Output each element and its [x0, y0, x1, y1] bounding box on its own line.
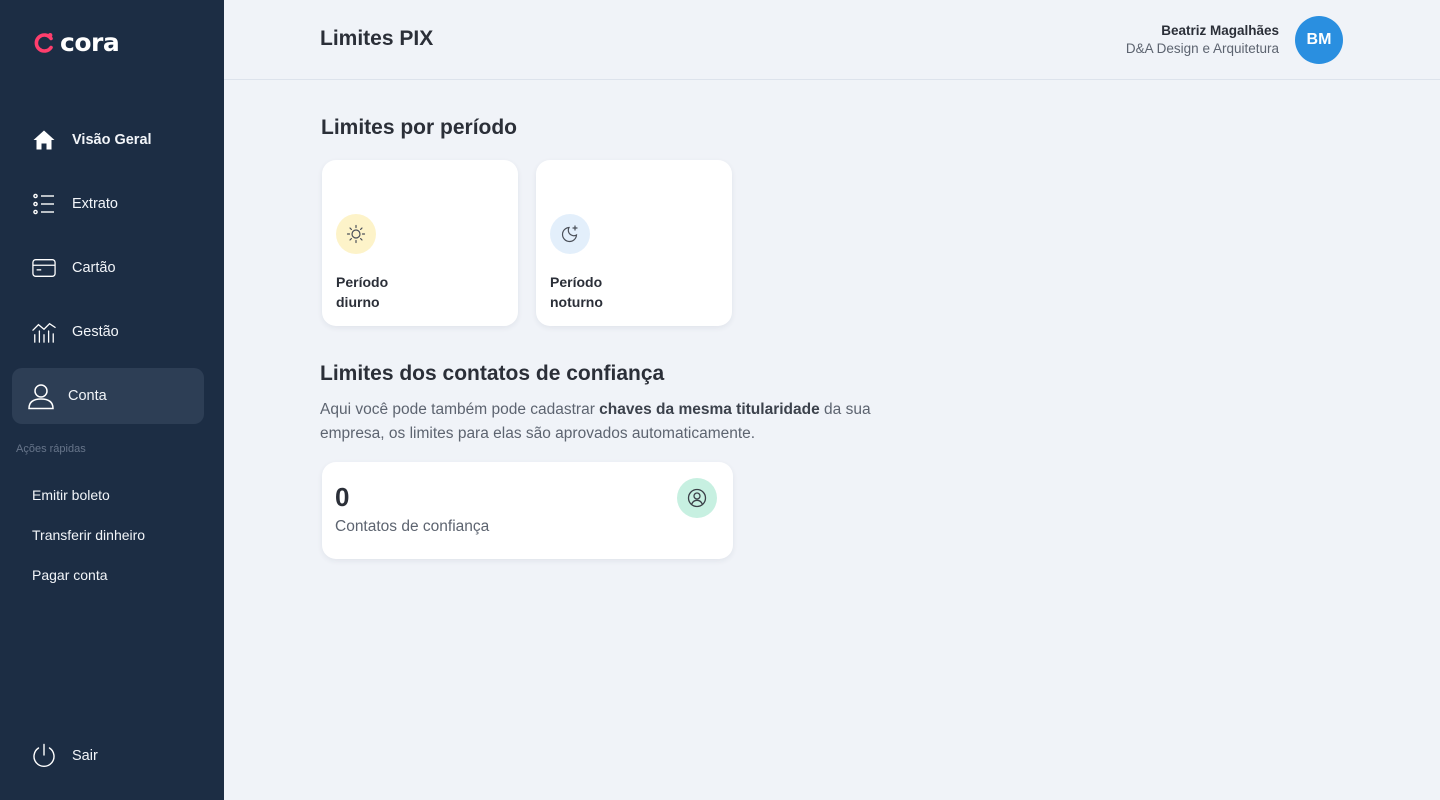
period-label-line1: Período: [550, 274, 603, 290]
user-circle-icon-bubble: [677, 478, 717, 518]
sidebar: cora Visão Geral Extrato Cartão Gestão C…: [0, 0, 224, 800]
trusted-description: Aqui você pode também pode cadastrar cha…: [320, 398, 900, 446]
nav-label: Visão Geral: [72, 132, 152, 148]
brand-logo[interactable]: cora: [32, 28, 120, 57]
user-company: D&A Design e Arquitetura: [1125, 41, 1279, 56]
user-name: Beatriz Magalhães: [1161, 23, 1279, 38]
power-icon: [32, 743, 56, 769]
nav-item-visao-geral[interactable]: Visão Geral: [12, 112, 204, 168]
nav-label: Extrato: [72, 196, 118, 212]
nav-label: Gestão: [72, 324, 119, 340]
user-icon: [27, 384, 55, 410]
period-label: Período noturno: [550, 272, 630, 312]
moon-icon-bubble: [550, 214, 590, 254]
period-label-line2: noturno: [550, 294, 603, 310]
chart-icon: [32, 320, 56, 344]
period-label-line2: diurno: [336, 294, 380, 310]
main-nav: Visão Geral Extrato Cartão Gestão Conta: [12, 112, 204, 432]
trusted-count: 0: [335, 482, 350, 512]
user-info: Beatriz Magalhães D&A Design e Arquitetu…: [1126, 22, 1279, 58]
period-label: Período diurno: [336, 272, 416, 312]
trusted-count-label: Contatos de confiança: [335, 518, 490, 535]
nav-item-gestao[interactable]: Gestão: [12, 304, 204, 360]
page-title: Limites PIX: [320, 27, 434, 50]
sun-icon: [346, 224, 366, 244]
nav-label: Cartão: [72, 260, 116, 276]
logout-label: Sair: [72, 748, 98, 764]
list-icon: [32, 192, 56, 216]
card-icon: [32, 256, 56, 280]
sun-icon-bubble: [336, 214, 376, 254]
period-card-noturno[interactable]: Período noturno: [536, 160, 732, 326]
desc-text-bold: chaves da mesma titularidade: [599, 401, 820, 418]
periods-title: Limites por período: [321, 116, 518, 139]
avatar[interactable]: BM: [1295, 16, 1343, 64]
brand-name: cora: [60, 28, 120, 57]
nav-item-extrato[interactable]: Extrato: [12, 176, 204, 232]
cora-logo-icon: [34, 33, 53, 53]
quick-actions-heading: Ações rápidas: [16, 443, 86, 455]
user-circle-icon: [687, 488, 707, 508]
trusted-contacts-card[interactable]: 0 Contatos de confiança: [322, 462, 733, 559]
quick-actions: Emitir boleto Transferir dinheiro Pagar …: [32, 486, 145, 606]
home-icon: [32, 128, 56, 152]
nav-item-conta[interactable]: Conta: [12, 368, 204, 424]
quick-action-transferir-dinheiro[interactable]: Transferir dinheiro: [32, 526, 145, 566]
nav-label: Conta: [68, 388, 107, 404]
period-card-diurno[interactable]: Período diurno: [322, 160, 518, 326]
trusted-title: Limites dos contatos de confiança: [320, 362, 665, 385]
quick-action-emitir-boleto[interactable]: Emitir boleto: [32, 486, 145, 526]
period-label-line1: Período: [336, 274, 389, 290]
desc-text-start: Aqui você pode também pode cadastrar: [320, 401, 600, 418]
logout-button[interactable]: Sair: [32, 743, 98, 769]
top-header: Limites PIX Beatriz Magalhães D&A Design…: [224, 0, 1440, 80]
nav-item-cartao[interactable]: Cartão: [12, 240, 204, 296]
moon-icon: [561, 225, 578, 243]
quick-action-pagar-conta[interactable]: Pagar conta: [32, 566, 145, 606]
